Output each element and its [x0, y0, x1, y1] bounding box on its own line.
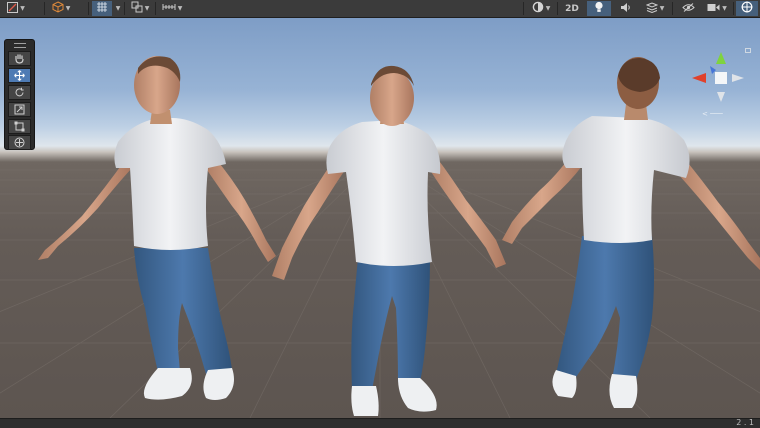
- gizmo-neg-y-cone: [717, 92, 725, 102]
- drag-handle[interactable]: [14, 43, 26, 48]
- visibility-toggle[interactable]: [676, 1, 700, 16]
- chevron-down-icon: ▼: [545, 5, 551, 12]
- chevron-down-icon: ▼: [177, 5, 183, 12]
- chevron-down-icon: ▼: [115, 5, 121, 12]
- status-text: 2 . 1: [736, 418, 754, 427]
- gizmos-icon: [741, 1, 753, 16]
- ruler-icon: [162, 2, 176, 15]
- scale-tool[interactable]: [8, 102, 31, 117]
- lighting-toggle[interactable]: [587, 1, 611, 16]
- cube-menu-button[interactable]: ▼: [47, 1, 75, 16]
- transform-icon: [14, 133, 25, 152]
- grid-snap-icon: [96, 1, 108, 16]
- effects-button[interactable]: ▼: [641, 1, 669, 16]
- visibility-icon: [681, 2, 695, 15]
- lighting-icon: [594, 1, 604, 16]
- effects-icon: [645, 1, 659, 16]
- gizmo-y-axis-cone: [716, 52, 726, 64]
- rect-tool[interactable]: [8, 119, 31, 134]
- gizmo-neg-x-cone: [732, 74, 744, 82]
- character-front[interactable]: [272, 65, 506, 416]
- scene-viewport[interactable]: < ───: [0, 18, 760, 418]
- cube-icon: [52, 1, 64, 16]
- transform-tool[interactable]: [8, 135, 31, 150]
- gizmo-x-axis-cone: [692, 73, 706, 83]
- shading-mode-icon: [532, 1, 544, 16]
- chevron-down-icon: ▼: [144, 5, 150, 12]
- chevron-down-icon: ▼: [659, 5, 665, 12]
- character-front-left[interactable]: [38, 56, 276, 400]
- chevron-down-icon: ▼: [722, 5, 727, 12]
- audio-icon: [620, 2, 632, 16]
- scene-toolbar: ▼ ▼ ▼ ▼ ▼ ▼ 2D ▼ ▼: [0, 0, 760, 18]
- grid-snap-button[interactable]: [92, 1, 112, 16]
- chevron-down-icon: ▼: [20, 5, 25, 12]
- camera-icon: [707, 3, 720, 15]
- gizmos-toggle[interactable]: [736, 1, 758, 16]
- grid-snap-dropdown[interactable]: ▼: [112, 1, 122, 16]
- gizmo-draw-button[interactable]: ▼: [2, 1, 30, 16]
- shading-mode-button[interactable]: ▼: [527, 1, 555, 16]
- orientation-gizmo[interactable]: [688, 48, 748, 108]
- audio-toggle[interactable]: [614, 1, 638, 16]
- move-tool[interactable]: [8, 68, 31, 83]
- mode-2d-toggle[interactable]: 2D: [560, 1, 584, 16]
- tools-palette: [4, 39, 35, 150]
- gizmo-center-cube: [715, 72, 727, 84]
- chevron-down-icon: ▼: [65, 5, 71, 12]
- characters-layer: [38, 56, 760, 416]
- perspective-icon[interactable]: < ───: [702, 110, 723, 118]
- camera-settings-button[interactable]: ▼: [703, 1, 731, 16]
- hand-tool[interactable]: [8, 51, 31, 66]
- snap-increment-button[interactable]: ▼: [127, 1, 153, 16]
- gizmo-draw-icon: [7, 1, 19, 16]
- rotate-tool[interactable]: [8, 85, 31, 100]
- snap-increment-icon: [131, 1, 143, 16]
- ruler-button[interactable]: ▼: [158, 1, 186, 16]
